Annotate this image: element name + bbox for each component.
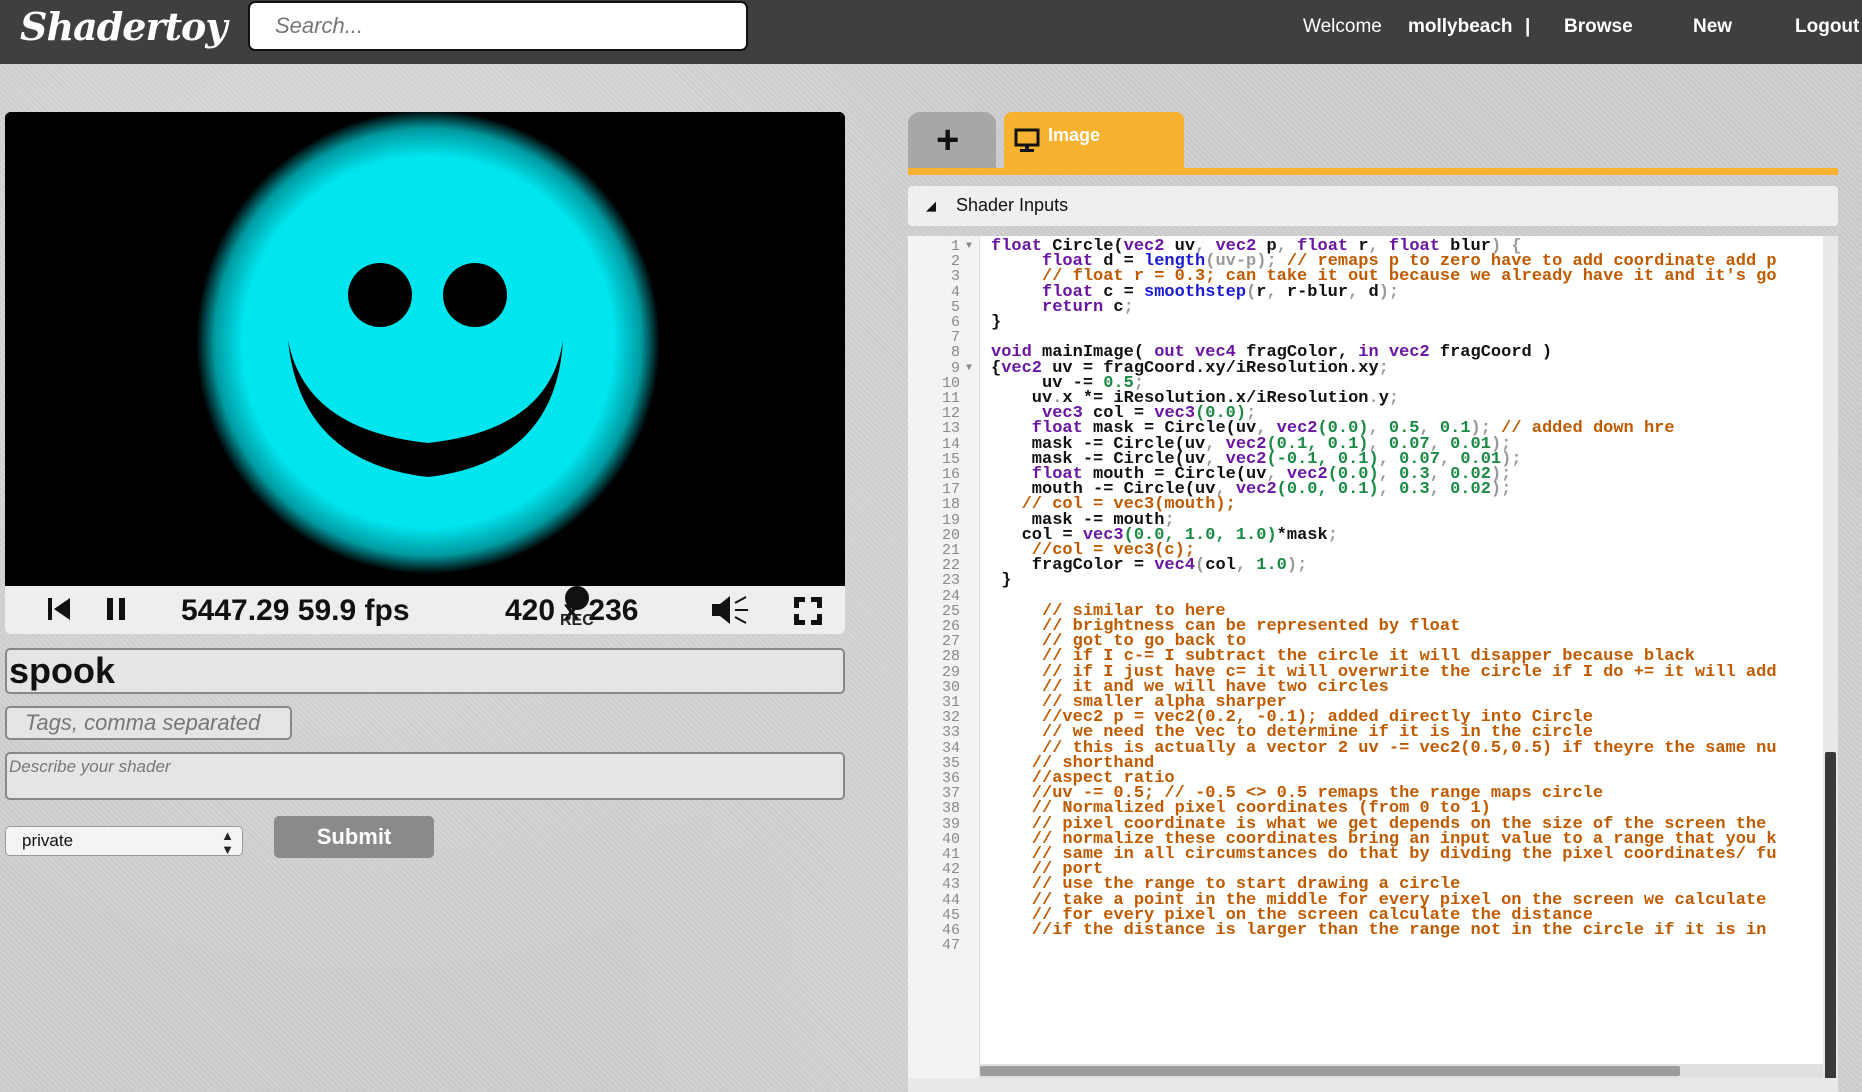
search-input[interactable] <box>248 1 748 51</box>
plus-icon: + <box>936 118 960 162</box>
welcome-text: Welcome <box>1303 16 1382 37</box>
select-arrows-icon: ▲ ▼ <box>221 828 234 857</box>
volume-icon[interactable] <box>710 593 752 627</box>
fullscreen-icon[interactable] <box>792 595 824 627</box>
tab-image[interactable]: Image <box>1004 112 1184 170</box>
shader-inputs-label: Shader Inputs <box>956 195 1069 215</box>
visibility-value: private <box>22 831 74 850</box>
browse-link[interactable]: Browse <box>1564 16 1633 38</box>
tags-input[interactable]: Tags, comma separated <box>5 706 292 740</box>
right-eye <box>443 263 507 327</box>
visibility-select[interactable]: private ▲ ▼ <box>5 826 243 857</box>
line-number: 47 <box>941 937 960 955</box>
collapse-triangle-icon: ◢ <box>926 198 936 213</box>
monitor-icon <box>1014 128 1040 152</box>
shadertoy-logo[interactable]: Shadertoy <box>20 4 227 49</box>
tab-image-label: Image <box>1048 125 1101 145</box>
vertical-scroll-thumb[interactable] <box>1825 752 1836 1092</box>
player-controls: 5447.29 59.9 fps 420 x 236 REC <box>5 586 845 634</box>
horizontal-scroll-thumb[interactable] <box>980 1066 1680 1076</box>
shader-inputs-toggle[interactable]: ◢ Shader Inputs <box>908 186 1838 226</box>
editor-vertical-scrollbar[interactable] <box>1823 236 1838 1092</box>
face-circle <box>196 112 660 574</box>
code-editor[interactable]: 1 ▼ float Circle(vec2 uv, vec2 p, float r,… <box>908 236 1838 1092</box>
editor-horizontal-scrollbar[interactable] <box>980 1064 1823 1078</box>
logout-link[interactable]: Logout <box>1795 16 1859 38</box>
rewind-icon[interactable] <box>45 595 73 623</box>
nav-separator: | <box>1525 16 1531 37</box>
smiley-render <box>5 112 845 586</box>
pause-icon[interactable] <box>102 595 130 623</box>
description-input[interactable]: Describe your shader <box>5 752 845 800</box>
time-fps-readout: 5447.29 59.9 fps <box>181 594 410 627</box>
tab-underline <box>908 168 1838 175</box>
left-eye <box>348 263 412 327</box>
add-pass-tab[interactable]: + <box>908 112 996 170</box>
editor-bottom-bar <box>908 1078 1838 1092</box>
code-line: 47 <box>908 937 1828 955</box>
username-link[interactable]: mollybeach <box>1408 16 1513 38</box>
shader-canvas[interactable] <box>5 112 845 586</box>
shader-title-input[interactable]: spook <box>5 648 845 694</box>
new-link[interactable]: New <box>1693 16 1732 38</box>
record-label: REC <box>560 612 594 629</box>
top-navbar: Shadertoy Welcome mollybeach | Browse Ne… <box>0 0 1862 64</box>
submit-button[interactable]: Submit <box>274 816 434 858</box>
